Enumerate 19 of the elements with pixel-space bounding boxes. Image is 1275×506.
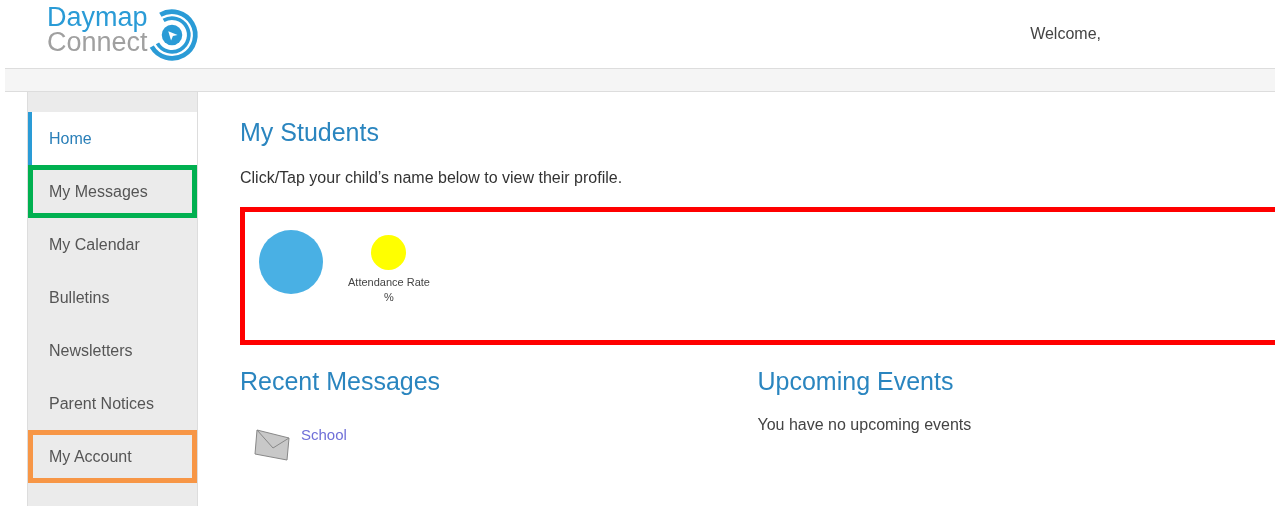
instruction-text: Click/Tap your child’s name below to view their profile.	[240, 169, 624, 187]
logo-text: Daymap	[47, 5, 148, 30]
nav-item[interactable]: Parent Notices	[28, 377, 197, 430]
nav-item[interactable]: Newsletters	[28, 324, 197, 377]
nav-item[interactable]: Home	[28, 112, 197, 165]
welcome-text: Welcome,	[1030, 25, 1101, 43]
message-link[interactable]: School	[301, 426, 347, 443]
section-title: Recent Messages	[240, 367, 442, 396]
nav-item[interactable]: My Calendar	[28, 218, 197, 271]
empty-text: You have no upcoming events	[757, 416, 973, 434]
nav-item[interactable]: Bulletins	[28, 271, 197, 324]
nav-item[interactable]: My Account	[28, 430, 197, 483]
attendance-label: Attendance Rate	[348, 276, 430, 288]
section-title: My Students	[240, 118, 380, 147]
section-title: Upcoming Events	[757, 367, 955, 396]
envelope-icon	[253, 426, 293, 462]
nav-item[interactable]: My Messages	[28, 165, 197, 218]
attendance-indicator	[371, 235, 407, 270]
attendance-value: %	[384, 291, 394, 303]
